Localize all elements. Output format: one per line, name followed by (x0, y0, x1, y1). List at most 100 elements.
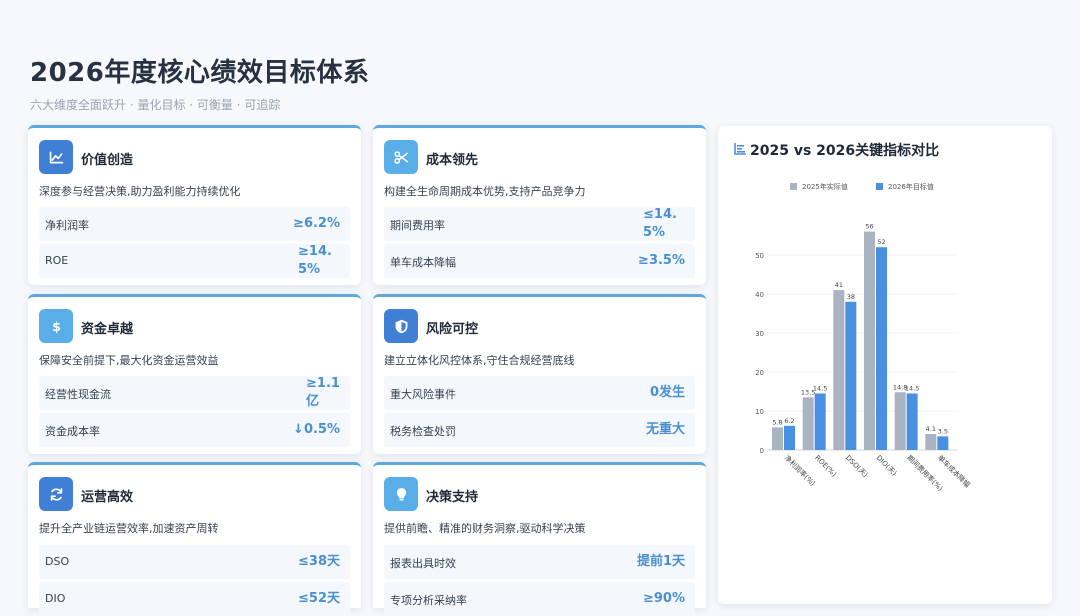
page-subtitle: 六大维度全面跃升 · 量化目标 · 可衡量 · 可追踪 (30, 98, 281, 112)
metric-label: 资金成本率 (45, 425, 100, 438)
metric-row: 税务检查处罚 无重大 (384, 413, 695, 447)
card-description: 提升全产业链运营效率,加速资产周转 (39, 522, 219, 535)
metric-row: 单车成本降幅 ≥3.5% (384, 244, 695, 278)
data-label: 14.5 (905, 384, 919, 392)
metric-value: ↓0.5% (293, 422, 340, 437)
metric-label: 单车成本降幅 (390, 256, 456, 269)
metric-value: ≥6.2% (293, 216, 340, 231)
y-tick-label: 20 (755, 369, 764, 377)
metric-value: ≥90% (642, 591, 685, 606)
card-description: 构建全生命周期成本优势,支持产品竞争力 (384, 185, 586, 198)
data-label: 52 (877, 238, 885, 246)
bar (784, 425, 795, 450)
bar (894, 392, 906, 450)
bar (864, 231, 875, 450)
data-label: 3.5 (938, 427, 948, 435)
data-label: 5.8 (772, 418, 782, 426)
bar (845, 301, 857, 450)
metric-label: 期间费用率 (390, 219, 445, 232)
legend-label: 2025年实际值 (802, 182, 848, 191)
shield-icon (384, 309, 418, 343)
card-description: 保障安全前提下,最大化资金运营效益 (39, 354, 219, 367)
chart-panel: 2025 vs 2026关键指标对比 0 10 20 30 40 50 2025年实际值 20… (718, 126, 1052, 604)
x-tick-label: ROE(%) (813, 454, 838, 479)
data-label: 14.5 (813, 384, 827, 392)
kpi-card-cost-leadership[interactable]: 成本领先 构建全生命周期成本优势,支持产品竞争力 期间费用率 ≤14.5% 单车… (373, 125, 706, 285)
data-label: 4.1 (926, 425, 936, 433)
kpi-card-capital-excellence[interactable]: $ 资金卓越 保障安全前提下,最大化资金运营效益 经营性现金流 ≥1.1亿 资金… (28, 294, 361, 454)
data-label: 41 (835, 281, 843, 289)
metric-value: ≥14.5% (298, 244, 332, 277)
metric-value: ≤14.5% (643, 207, 677, 240)
bar (925, 434, 937, 450)
metric-row: 经营性现金流 ≥1.1亿 (39, 376, 350, 410)
kpi-card-operational-efficiency[interactable]: 运营高效 提升全产业链运营效率,加速资产周转 DSO ≤38天 DIO ≤52天 (28, 462, 361, 616)
x-tick-label: DIO(天) (875, 454, 899, 478)
card-title: 风险可控 (426, 322, 479, 337)
y-tick-label: 30 (755, 330, 764, 338)
y-tick-label: 50 (755, 252, 764, 260)
metric-value: ≥3.5% (638, 253, 685, 268)
scissors-icon (384, 140, 418, 174)
legend-swatch (876, 183, 883, 190)
metric-label: 报表出具时效 (390, 557, 456, 570)
page-title: 2026年度核心绩效目标体系 (30, 58, 370, 88)
chart-line-icon (39, 140, 73, 174)
metric-label: ROE (45, 254, 69, 267)
metric-row: DSO ≤38天 (39, 545, 350, 579)
metric-value: ≥1.1亿 (306, 376, 340, 409)
metric-value: ≤38天 (298, 554, 340, 569)
x-tick-label: DSO(天) (844, 454, 870, 480)
data-label: 6.2 (784, 417, 794, 425)
bar (906, 393, 918, 450)
metric-row: 期间费用率 ≤14.5% (384, 207, 695, 241)
metric-row: 专项分析采纳率 ≥90% (384, 582, 695, 616)
metric-row: 资金成本率 ↓0.5% (39, 413, 350, 447)
metric-row: 报表出具时效 提前1天 (384, 545, 695, 579)
metric-row: ROE ≥14.5% (39, 244, 350, 278)
metric-label: 专项分析采纳率 (390, 594, 467, 607)
metric-label: DIO (45, 592, 66, 605)
kpi-card-value-creation[interactable]: 价值创造 深度参与经营决策,助力盈利能力持续优化 净利润率 ≥6.2% ROE … (28, 125, 361, 285)
bar-chart: 0 10 20 30 40 50 2025年实际值 2026年目标值 5.8 6.2 净利润率(%)… (755, 182, 972, 493)
metric-value: ≤52天 (298, 591, 340, 606)
refresh-icon (39, 477, 73, 511)
kpi-card-risk-control[interactable]: 风险可控 建立立体化风控体系,守住合规经营底线 重大风险事件 0发生 税务检查处… (373, 294, 706, 454)
kpi-card-decision-support[interactable]: 决策支持 提供前瞻、精准的财务洞察,驱动科学决策 报表出具时效 提前1天 专项分… (373, 462, 706, 616)
bar (833, 290, 845, 450)
card-title: 成本领先 (426, 153, 479, 168)
svg-text:$: $ (52, 319, 61, 334)
card-title: 运营高效 (81, 490, 134, 505)
card-title: 价值创造 (81, 153, 134, 168)
x-tick-label: 净利润率(%) (783, 453, 818, 488)
metric-row: 重大风险事件 0发生 (384, 376, 695, 410)
card-description: 深度参与经营决策,助力盈利能力持续优化 (39, 185, 241, 198)
card-description: 建立立体化风控体系,守住合规经营底线 (384, 354, 575, 367)
bar (814, 393, 826, 450)
card-title: 资金卓越 (81, 322, 134, 337)
dollar-icon: $ (39, 309, 73, 343)
metric-row: DIO ≤52天 (39, 582, 350, 616)
metric-label: 经营性现金流 (45, 388, 111, 401)
metric-value: 提前1天 (636, 554, 685, 569)
metric-label: 税务检查处罚 (390, 425, 456, 438)
y-tick-label: 0 (760, 447, 764, 455)
bar (876, 247, 887, 450)
card-title: 决策支持 (426, 490, 479, 505)
bar (937, 436, 949, 450)
data-label: 56 (865, 223, 873, 231)
bar (802, 397, 814, 450)
y-tick-label: 10 (755, 408, 764, 416)
metric-label: 重大风险事件 (390, 388, 456, 401)
metric-value: 0发生 (649, 385, 685, 400)
lightbulb-icon (384, 477, 418, 511)
legend-label: 2026年目标值 (888, 182, 934, 191)
data-label: 38 (847, 293, 855, 301)
y-tick-label: 40 (755, 291, 764, 299)
legend-swatch (790, 183, 797, 190)
bar (772, 427, 783, 450)
metric-row: 净利润率 ≥6.2% (39, 207, 350, 241)
metric-value: 无重大 (645, 422, 685, 437)
metric-label: 净利润率 (45, 219, 89, 232)
card-description: 提供前瞻、精准的财务洞察,驱动科学决策 (384, 522, 586, 535)
